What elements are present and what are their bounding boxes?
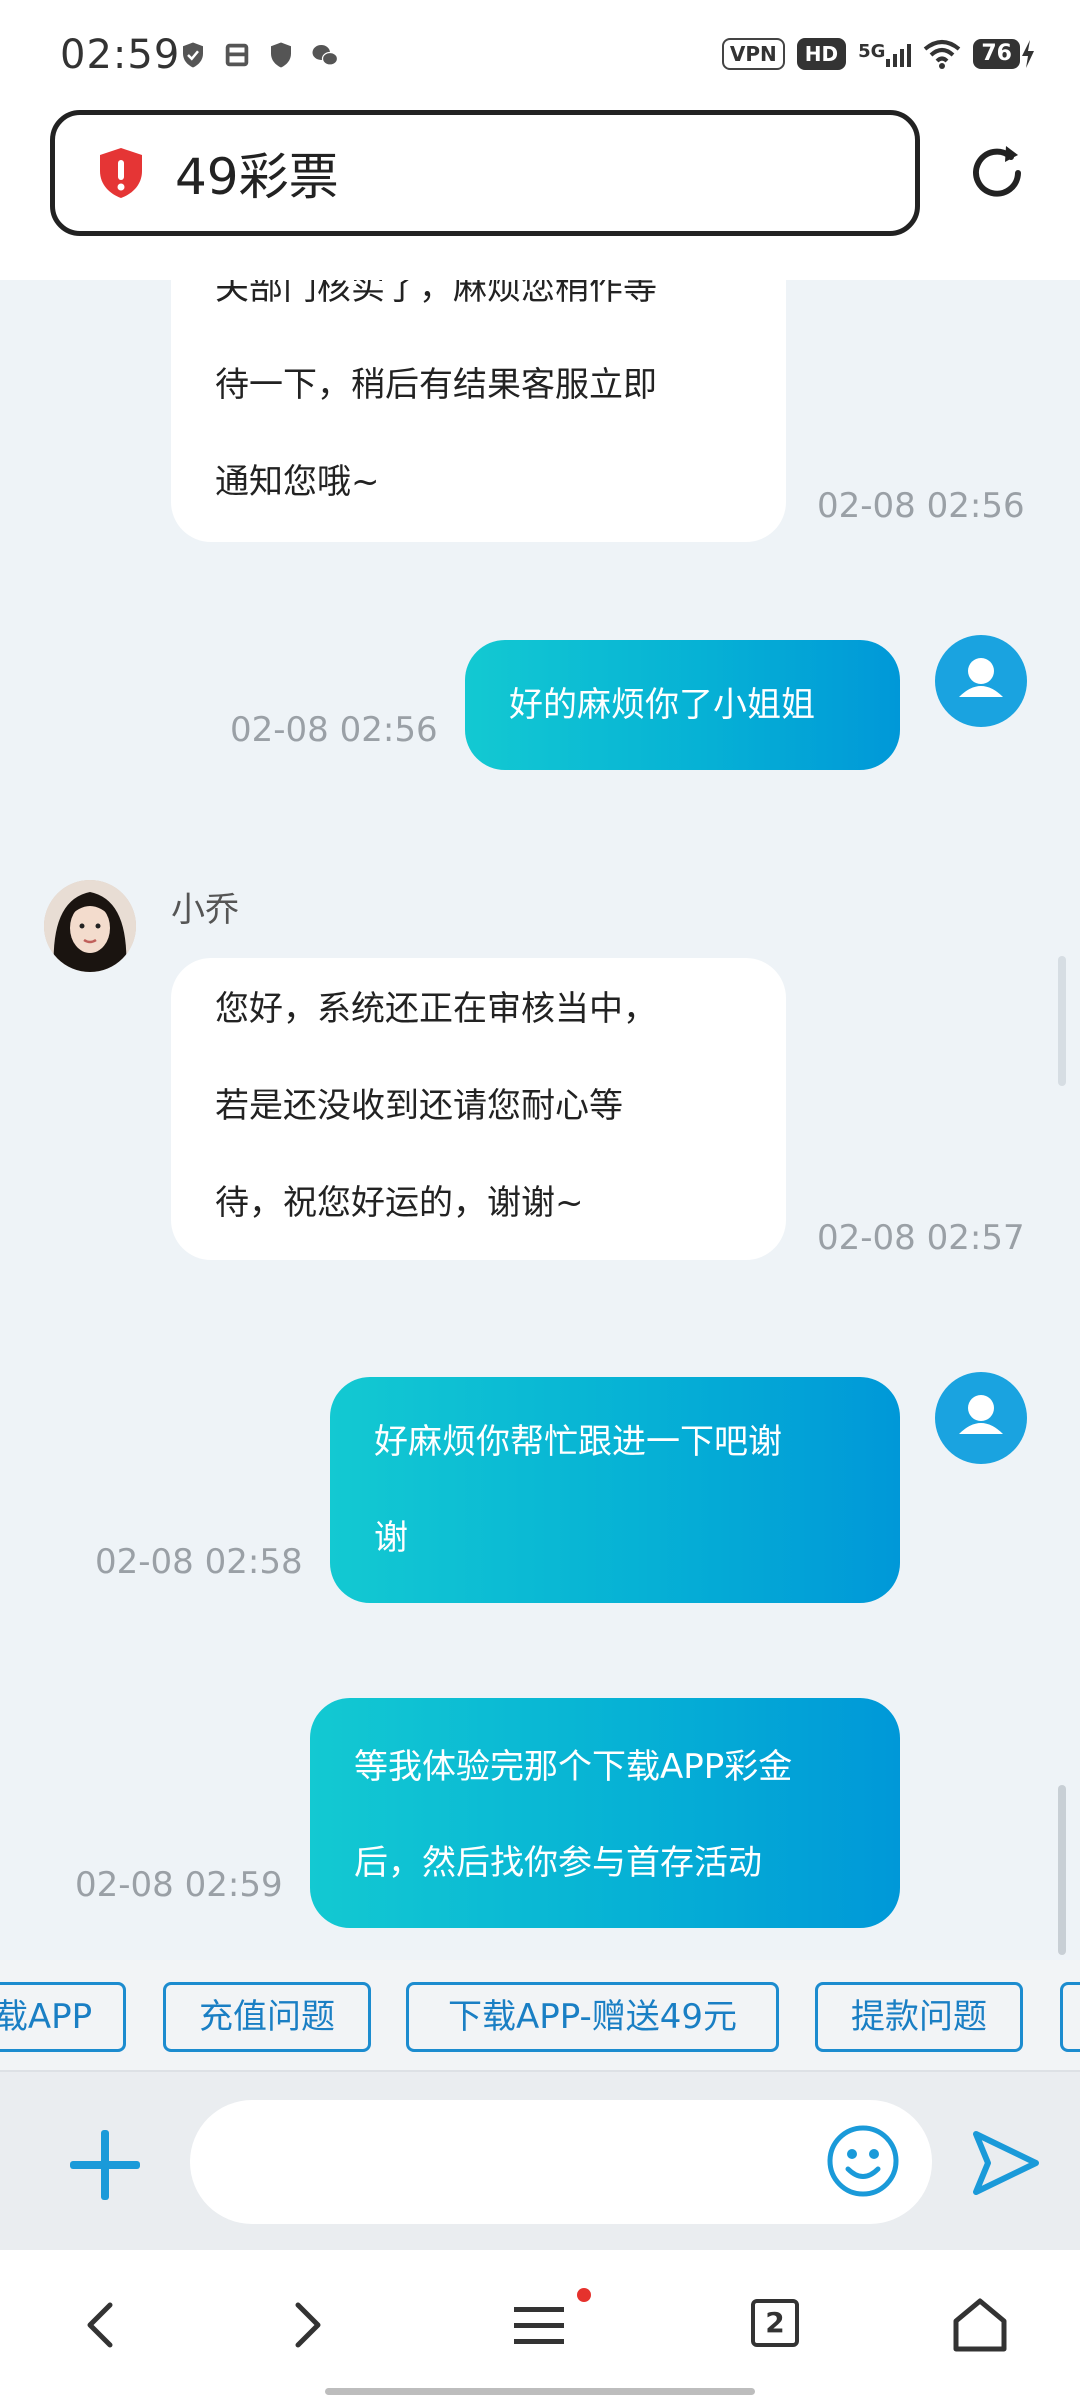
- charging-icon: [1022, 40, 1034, 68]
- plus-icon[interactable]: [70, 2130, 140, 2200]
- battery-indicator: 76: [973, 39, 1036, 69]
- home-icon[interactable]: [950, 2295, 1010, 2355]
- notification-dot: [577, 2288, 591, 2302]
- status-bar: 02:59 VPN HD 5G 76: [0, 0, 1080, 110]
- user-avatar[interactable]: [935, 1372, 1027, 1464]
- message-line: 关部门核实了，麻烦您稍作等: [215, 280, 657, 308]
- chat-history[interactable]: 关部门核实了，麻烦您稍作等 待一下，稍后有结果客服立即 通知您哦~ 02-08 …: [0, 280, 1080, 1960]
- quick-reply-chip[interactable]: 下载APP-赠送49元: [406, 1982, 779, 2052]
- status-notification-icons: [178, 40, 340, 70]
- shield-icon: [271, 42, 291, 68]
- send-icon[interactable]: [970, 2128, 1040, 2198]
- message-timestamp: 02-08 02:57: [817, 1218, 1025, 1258]
- scrollbar-indicator[interactable]: [1058, 1785, 1066, 1955]
- agent-message-bubble: 关部门核实了，麻烦您稍作等 待一下，稍后有结果客服立即 通知您哦~: [171, 280, 786, 542]
- quick-reply-chip[interactable]: 提款问题: [815, 1982, 1023, 2052]
- quick-reply-bar[interactable]: 载APP 充值问题 下载APP-赠送49元 提款问题: [0, 1960, 1080, 2070]
- message-line: 好的麻烦你了小姐姐: [509, 685, 815, 725]
- message-timestamp: 02-08 02:56: [817, 486, 1025, 526]
- emoji-icon[interactable]: [826, 2124, 900, 2198]
- agent-name: 小乔: [171, 890, 239, 930]
- quick-reply-chip-partial[interactable]: [1060, 1982, 1080, 2052]
- vpn-badge: VPN: [721, 38, 785, 70]
- message-line: 等我体验完那个下载APP彩金: [354, 1747, 793, 1787]
- message-line: 您好，系统还正在审核当中，: [215, 989, 657, 1029]
- wechat-icon: [312, 45, 339, 66]
- person-icon: [959, 1395, 1003, 1434]
- message-line: 待一下，稍后有结果客服立即: [215, 365, 657, 405]
- status-time: 02:59: [60, 32, 181, 78]
- scrollbar-thumb[interactable]: [1058, 956, 1066, 1086]
- back-icon[interactable]: [72, 2295, 132, 2355]
- user-message-bubble: 好麻烦你帮忙跟进一下吧谢 谢: [330, 1377, 900, 1603]
- inbox-icon: [225, 43, 249, 67]
- agent-avatar[interactable]: [44, 880, 136, 972]
- message-line: 谢: [374, 1518, 408, 1558]
- menu-icon[interactable]: [509, 2295, 569, 2355]
- message-input-bar: [0, 2070, 1080, 2252]
- message-line: 待，祝您好运的，谢谢~: [215, 1183, 584, 1223]
- forward-icon[interactable]: [276, 2295, 336, 2355]
- tabs-button[interactable]: 2: [751, 2299, 799, 2347]
- browser-nav-bar: 2: [0, 2250, 1080, 2400]
- quick-reply-chip[interactable]: 载APP: [0, 1982, 126, 2052]
- message-timestamp: 02-08 02:59: [75, 1865, 283, 1905]
- message-line: 若是还没收到还请您耐心等: [215, 1086, 623, 1126]
- message-line: 后，然后找你参与首存活动: [354, 1843, 762, 1883]
- security-warning-icon[interactable]: [97, 147, 145, 199]
- message-line: 好麻烦你帮忙跟进一下吧谢: [374, 1422, 782, 1462]
- message-timestamp: 02-08 02:56: [230, 710, 438, 750]
- address-bar[interactable]: 49彩票: [50, 110, 920, 236]
- message-input[interactable]: [190, 2100, 932, 2224]
- status-system-icons: VPN HD 5G 76: [721, 38, 1036, 70]
- signal-icon: [886, 44, 912, 67]
- user-message-bubble: 等我体验完那个下载APP彩金 后，然后找你参与首存活动: [310, 1698, 900, 1928]
- message-timestamp: 02-08 02:58: [95, 1542, 303, 1582]
- network-label: 5G: [858, 41, 886, 62]
- agent-photo-icon: [44, 880, 136, 972]
- user-avatar[interactable]: [935, 635, 1027, 727]
- wifi-icon: [924, 40, 961, 69]
- gesture-handle[interactable]: [325, 2388, 755, 2395]
- battery-level: 76: [973, 39, 1020, 69]
- message-line: 通知您哦~: [215, 462, 380, 502]
- page-title: 49彩票: [175, 148, 339, 206]
- network-type: 5G: [858, 41, 912, 67]
- quick-reply-chip[interactable]: 充值问题: [163, 1982, 371, 2052]
- user-message-bubble: 好的麻烦你了小姐姐: [465, 640, 900, 770]
- agent-message-bubble: 您好，系统还正在审核当中， 若是还没收到还请您耐心等 待，祝您好运的，谢谢~: [171, 958, 786, 1260]
- reload-icon[interactable]: [964, 140, 1030, 206]
- shield-check-icon: [183, 42, 203, 68]
- browser-toolbar: 49彩票: [0, 110, 1080, 280]
- person-icon: [959, 658, 1003, 697]
- hd-badge: HD: [796, 38, 847, 70]
